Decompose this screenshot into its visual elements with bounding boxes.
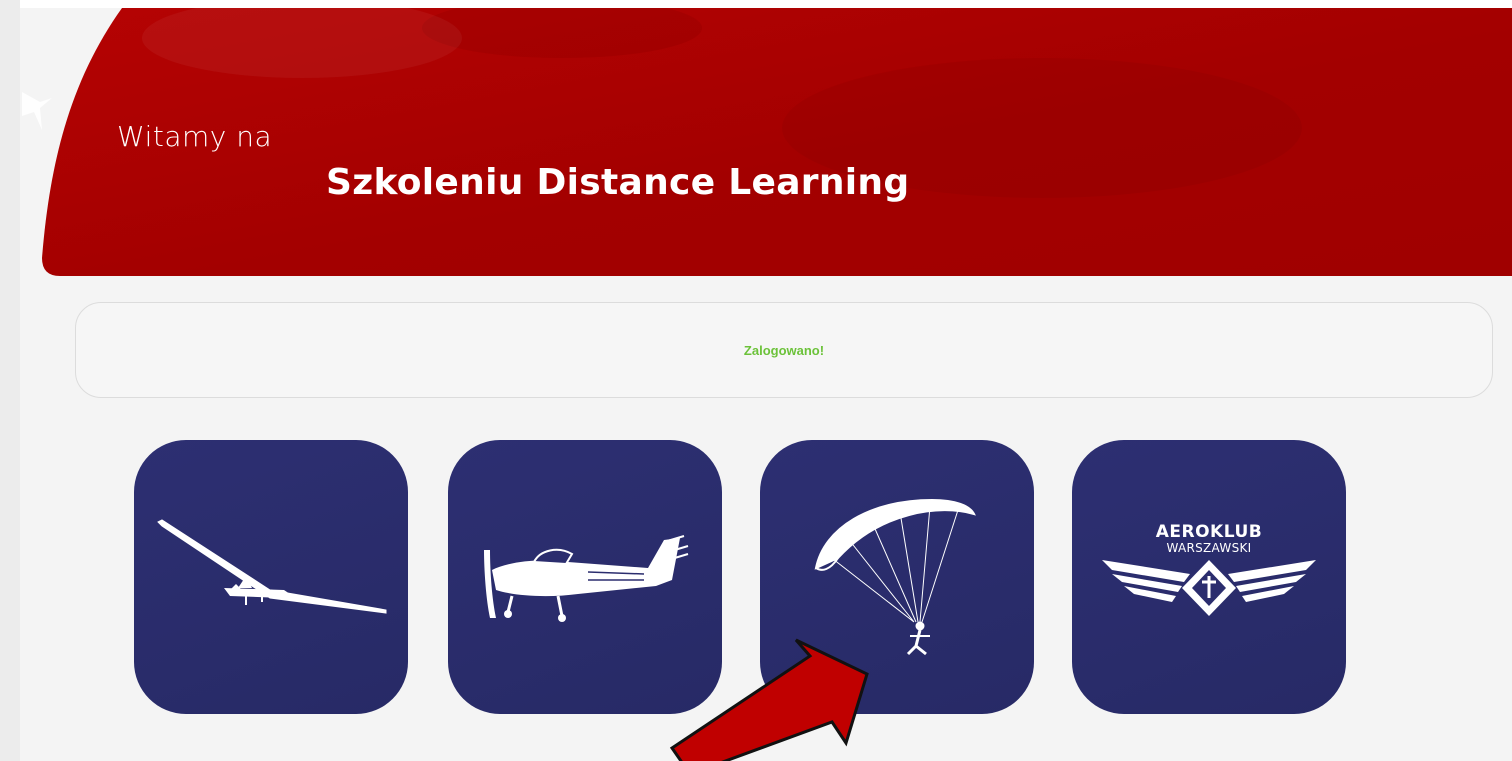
parachute-tile-button[interactable] xyxy=(760,440,1034,714)
status-message: Zalogowano! xyxy=(743,342,825,358)
aeroklub-tile-button[interactable]: AEROKLUB WARSZAWSKI xyxy=(1072,440,1346,714)
aeroklub-logo xyxy=(1102,560,1316,616)
parachute-icon xyxy=(814,498,976,656)
glider-icon xyxy=(157,519,387,614)
page-edge xyxy=(0,0,20,761)
hero-title: Szkoleniu Distance Learning xyxy=(326,162,910,203)
glider-tile-button[interactable] xyxy=(134,440,408,714)
airplane-tile-button[interactable] xyxy=(448,440,722,714)
top-strip xyxy=(0,0,1512,8)
hero-banner: Witamy na Szkoleniu Distance Learning xyxy=(42,8,1512,276)
airplane-icon xyxy=(484,535,689,622)
hero-greeting: Witamy na xyxy=(117,120,273,153)
status-box: Zalogowano! xyxy=(75,302,1493,398)
